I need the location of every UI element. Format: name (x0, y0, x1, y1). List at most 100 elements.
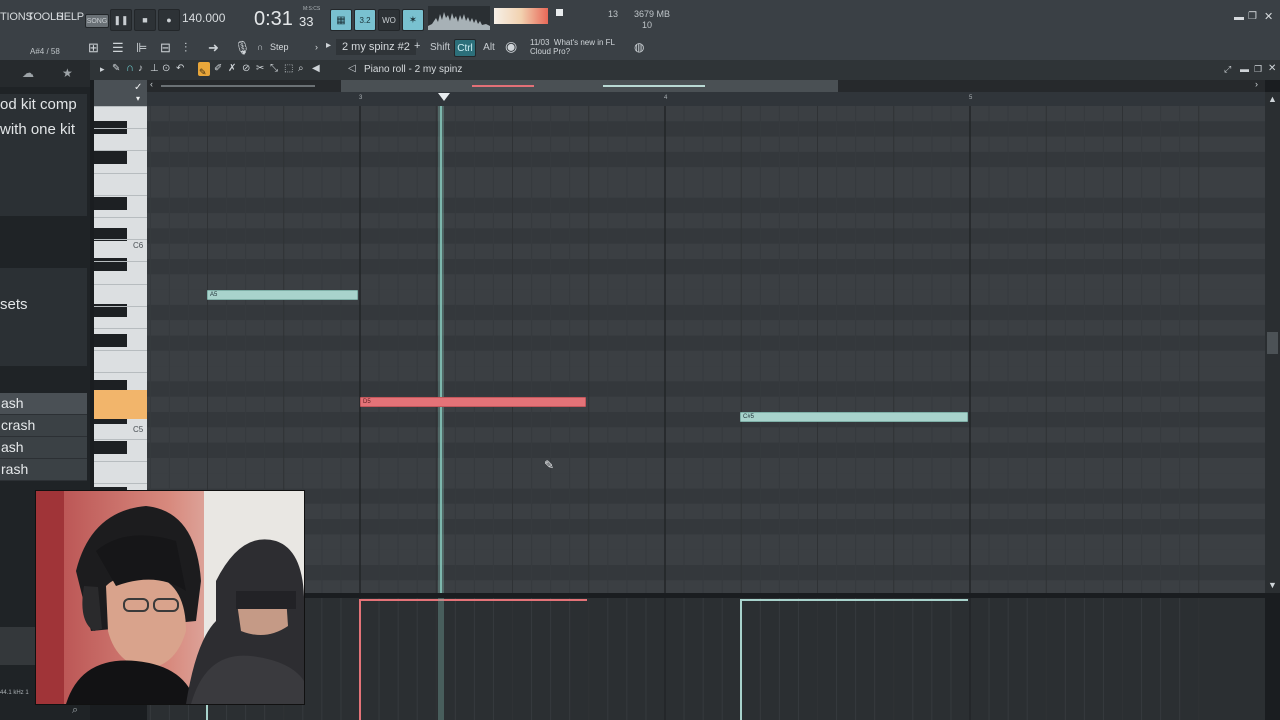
maximize-button[interactable]: ❐ (1248, 11, 1257, 22)
horizontal-scrollbar[interactable]: ‹ › (147, 79, 1265, 92)
list-item[interactable]: crash (0, 415, 87, 437)
select-box-icon[interactable]: ⬚ (284, 63, 293, 74)
pattern-selector[interactable]: 2 my spinz #2 (336, 39, 416, 55)
search-icon[interactable]: ⌕ (72, 704, 78, 717)
paint-icon[interactable]: ✐ (214, 63, 222, 74)
slice-icon[interactable]: ✂ (256, 63, 264, 74)
news-panel[interactable]: 11/03 What's new in FL Cloud Pro? (530, 38, 630, 58)
channel-rack-icon[interactable]: ☰ (112, 40, 124, 56)
pencil-cursor-icon: ✎ (544, 458, 555, 472)
note-grid[interactable]: A5 D5 C#5 ✎ (147, 106, 1265, 593)
white-key-divider (94, 172, 147, 174)
step-icon[interactable]: ⊥ (150, 63, 159, 74)
scroll-thumb[interactable] (341, 80, 838, 92)
vertical-scrollbar[interactable]: ▲ ▼ (1265, 92, 1280, 593)
scroll-right-icon[interactable]: › (1255, 79, 1258, 89)
note-icon[interactable]: ♪ (138, 63, 143, 74)
piano-roll-title: Piano roll - 2 my spinz (364, 64, 463, 75)
plugin-icon[interactable]: ⫶ (184, 40, 187, 56)
star-icon[interactable]: ★ (62, 66, 73, 80)
tempo-display[interactable]: 140.000 (182, 11, 225, 25)
maximize-icon[interactable]: ❐ (1254, 64, 1262, 75)
step-edit-button[interactable]: 3.2 (354, 9, 376, 31)
pause-button[interactable]: ❚❚ (110, 9, 132, 31)
news-icon[interactable]: ◉ (505, 38, 517, 55)
playlist-icon[interactable]: ⊞ (88, 40, 99, 56)
black-key[interactable] (94, 334, 127, 347)
black-key[interactable] (94, 197, 127, 210)
delete-icon[interactable]: ✗ (228, 63, 236, 74)
shift-button[interactable]: Shift (429, 39, 451, 55)
typing-keyboard-button[interactable]: ▦ (330, 9, 352, 31)
alt-button[interactable]: Alt (479, 39, 499, 55)
playhead-marker[interactable] (438, 93, 450, 101)
grid-row (147, 121, 1265, 137)
menu-help[interactable]: HELP (56, 11, 84, 23)
cloud-icon[interactable]: ☁ (22, 66, 34, 80)
white-key-divider (94, 483, 147, 485)
black-key[interactable] (94, 441, 127, 454)
arrow-icon[interactable]: ➜ (208, 40, 219, 56)
chevron-right-icon: › (315, 42, 318, 52)
globe-icon[interactable]: ◍ (634, 40, 644, 54)
black-key[interactable] (94, 151, 127, 164)
grid-row (147, 197, 1265, 214)
white-key-divider (94, 128, 147, 130)
close-button[interactable]: ✕ (1264, 10, 1273, 23)
minimize-button[interactable]: ▬ (1234, 12, 1244, 23)
magnet-snap-icon[interactable]: ∩ (126, 62, 134, 74)
menu-arrow-icon[interactable]: ▸ (100, 64, 105, 75)
overview-bar (161, 85, 315, 87)
piano-roll-icon[interactable]: ⊫ (136, 40, 147, 56)
ctrl-button[interactable]: Ctrl (454, 39, 476, 57)
record-loop-icon[interactable]: ⊙ (162, 63, 170, 74)
webcam-overlay (35, 490, 305, 705)
zoom-icon[interactable]: ⌕ (298, 63, 304, 74)
chevron-down-icon[interactable]: ▾ (136, 94, 140, 103)
microphone-icon[interactable]: 🎙 (234, 40, 251, 56)
memory-usage: 3679 MB (634, 9, 671, 19)
list-item[interactable]: ash (0, 393, 87, 415)
list-item[interactable]: rash (0, 459, 87, 481)
select-icon[interactable]: ⤡ (270, 63, 278, 74)
minimize-icon[interactable]: ▬ (1240, 64, 1249, 74)
record-button[interactable]: ● (158, 9, 180, 31)
browser-footer-block (0, 627, 40, 665)
note[interactable]: D5 (360, 397, 586, 407)
timeline-ruler[interactable]: 3 4 5 (147, 92, 1265, 106)
vscroll-thumb[interactable] (1267, 332, 1278, 354)
instrument-icon: ◁ (348, 63, 356, 74)
keyboard-icon: ▦ (336, 14, 346, 26)
stop-button[interactable]: ■ (134, 9, 156, 31)
detach-icon[interactable]: ⤢ (1224, 64, 1231, 75)
note[interactable]: A5 (207, 290, 358, 300)
scroll-down-icon[interactable]: ▼ (1268, 580, 1277, 590)
playhead-line (438, 106, 444, 593)
metronome-button[interactable]: WO (378, 9, 400, 31)
undo-icon[interactable]: ↶ (176, 63, 184, 74)
list-item[interactable]: ash (0, 437, 87, 459)
draw-tool-button[interactable]: ✎ (198, 62, 210, 77)
mixer-icon[interactable]: ⊟ (160, 40, 171, 56)
snap-selector[interactable]: Step › (270, 40, 318, 54)
stop-icon: ■ (142, 15, 148, 25)
mute-icon[interactable]: ⊘ (242, 63, 250, 74)
song-mode-toggle[interactable]: SONG (85, 14, 109, 28)
black-key[interactable] (94, 258, 127, 271)
waveform-icon (428, 12, 490, 30)
speaker-icon[interactable]: ◀ (312, 63, 320, 74)
note[interactable]: C#5 (740, 412, 968, 422)
time-display[interactable]: 0:31 33 M:S:CS (252, 4, 322, 32)
shift-label: Shift (429, 41, 450, 53)
tool-select-icon[interactable]: ✓ (134, 82, 142, 93)
wrench-icon[interactable]: ✎ (112, 63, 120, 74)
wait-input-button[interactable]: ✶ (402, 9, 424, 31)
pattern-prev-icon[interactable]: ▸ (326, 40, 331, 51)
add-pattern-icon[interactable]: + (414, 40, 420, 52)
scroll-left-icon[interactable]: ‹ (150, 79, 153, 89)
velocity-lane[interactable] (147, 598, 1265, 720)
close-icon: ✕ (1264, 11, 1274, 23)
highlighted-key[interactable] (94, 390, 147, 419)
close-icon[interactable]: ✕ (1268, 63, 1276, 74)
scroll-up-icon[interactable]: ▲ (1268, 94, 1277, 104)
